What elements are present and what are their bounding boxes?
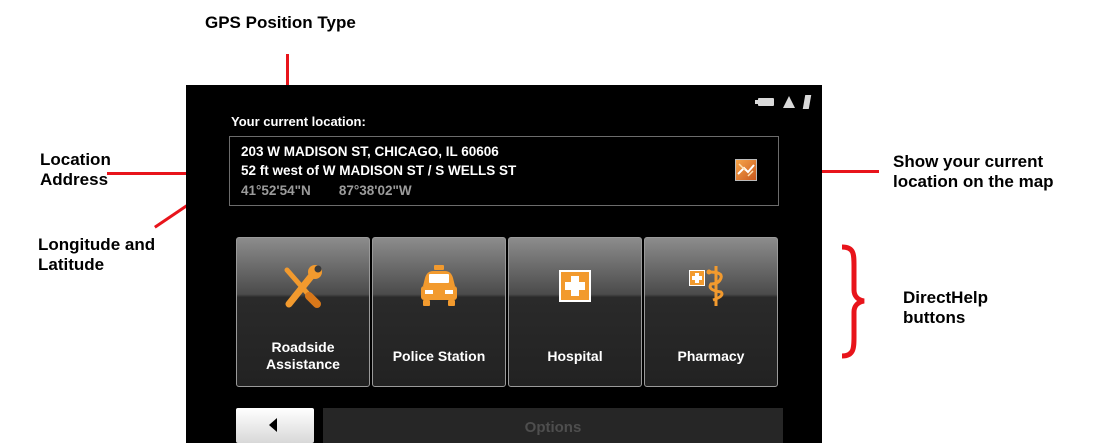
back-button[interactable] (236, 408, 314, 443)
hospital-cross-icon (559, 270, 591, 302)
device-screen: Your current location: 203 W MADISON ST,… (186, 85, 822, 443)
address-line-1: 203 W MADISON ST, CHICAGO, IL 60606 (241, 144, 499, 159)
hospital-button[interactable]: Hospital (508, 237, 642, 387)
annotation-longlat-line2: Latitude (38, 255, 105, 274)
hospital-label: Hospital (547, 347, 603, 364)
coordinates: 41°52'54"N 87°38'02"W (241, 183, 412, 198)
address-line-2: 52 ft west of W MADISON ST / S WELLS ST (241, 163, 517, 178)
pharmacy-button[interactable]: Pharmacy (644, 237, 778, 387)
roadside-assistance-label: Roadside Assistance (237, 338, 369, 374)
police-station-button[interactable]: Police Station (372, 237, 506, 387)
annotation-location-address-line2: Address (40, 170, 109, 189)
annotation-longitude-latitude: Longitude and Latitude (38, 235, 155, 275)
show-on-map-button[interactable] (735, 159, 757, 181)
back-arrow-icon (269, 418, 277, 432)
roadside-label-line2: Assistance (266, 356, 340, 372)
annotation-show-map: Show your current location on the map (893, 152, 1054, 192)
roadside-assistance-button[interactable]: Roadside Assistance (236, 237, 370, 387)
annotation-show-map-line1: Show your current (893, 152, 1044, 171)
location-details-box: 203 W MADISON ST, CHICAGO, IL 60606 52 f… (229, 136, 779, 206)
police-car-icon (421, 265, 457, 306)
annotation-longlat-line1: Longitude and (38, 235, 156, 254)
annotation-gps-position-type: GPS Position Type (205, 13, 356, 32)
pharmacy-caduceus-icon (689, 266, 724, 306)
roadside-label-line1: Roadside (271, 339, 335, 355)
map-icon (737, 163, 755, 177)
options-button[interactable]: Options (323, 408, 783, 443)
annotation-location-address-line1: Location (40, 150, 111, 169)
directhelp-buttons: Roadside Assistance Police Station Hospi… (236, 237, 778, 387)
police-station-label: Police Station (392, 347, 486, 364)
longitude-value: 87°38'02"W (338, 183, 412, 198)
wrench-screwdriver-icon (284, 265, 322, 308)
gps-signal-icon (802, 95, 812, 109)
battery-icon (755, 98, 774, 106)
latitude-value: 41°52'54"N (241, 183, 311, 198)
annotation-directhelp-line1: DirectHelp (903, 288, 989, 307)
status-bar (755, 95, 812, 109)
warning-icon (783, 96, 795, 108)
annotation-location-address: Location Address (40, 150, 111, 190)
annotation-directhelp: DirectHelp buttons (903, 288, 988, 328)
curly-brace-icon (841, 244, 865, 359)
annotation-directhelp-line2: buttons (903, 308, 966, 327)
current-location-label: Your current location: (231, 114, 366, 129)
annotation-show-map-line2: location on the map (893, 172, 1054, 191)
pharmacy-label: Pharmacy (677, 347, 745, 364)
